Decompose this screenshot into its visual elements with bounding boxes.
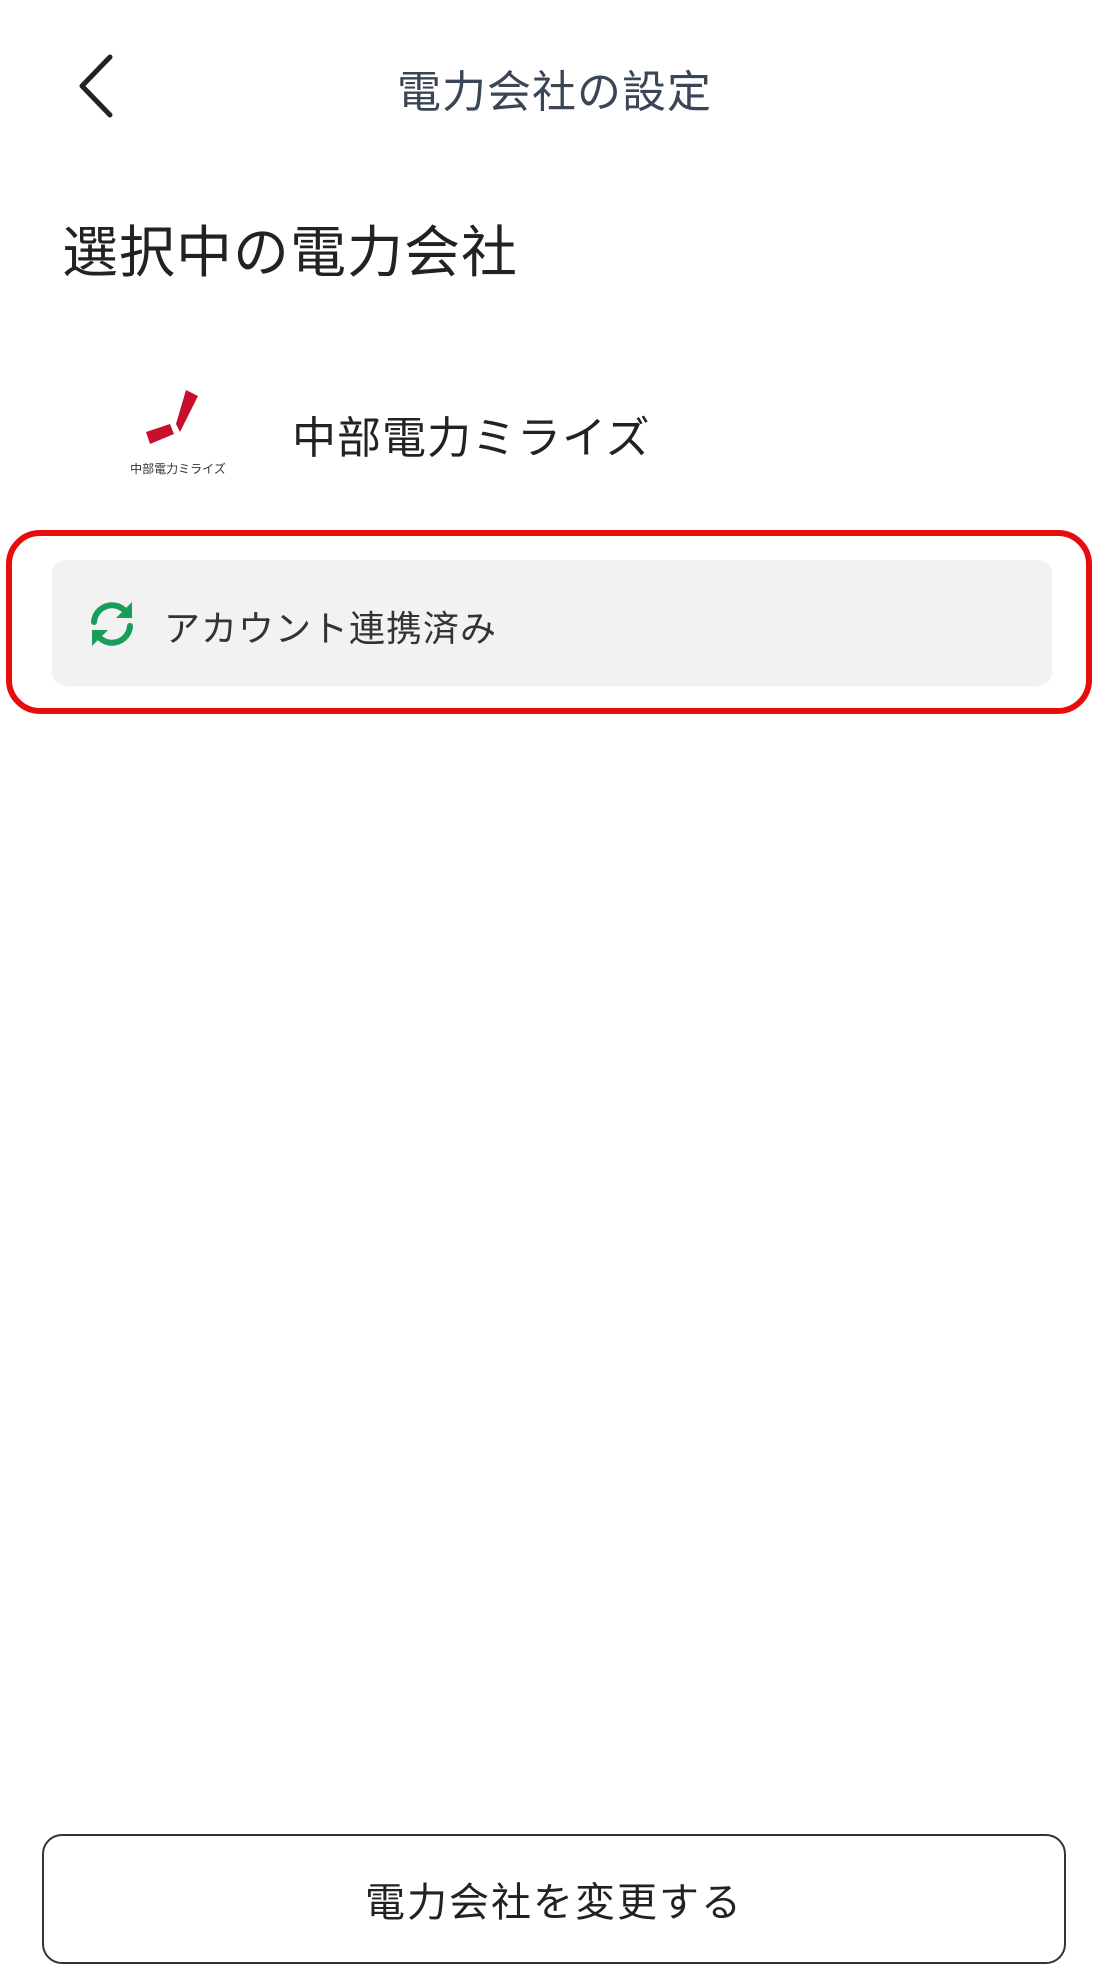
account-link-status: アカウント連携済み [52,560,1052,686]
provider-name: 中部電力ミライズ [292,413,651,464]
provider-row: 中部電力ミライズ 中部電力ミライズ [0,380,1109,480]
status-label: アカウント連携済み [164,609,498,650]
provider-logo-mark [146,390,198,444]
provider-logo-text: 中部電力ミライズ [130,462,226,476]
provider-logo: 中部電力ミライズ [118,388,238,478]
section-title: 選択中の電力会社 [62,221,518,286]
header: 電力会社の設定 [0,0,1109,170]
change-provider-button[interactable]: 電力会社を変更する [42,1834,1066,1964]
sync-icon [91,602,133,646]
page-title: 電力会社の設定 [397,67,712,118]
screen: 電力会社の設定 選択中の電力会社 中部電力ミライズ 中部電力ミライズ アカウント… [0,0,1109,1984]
